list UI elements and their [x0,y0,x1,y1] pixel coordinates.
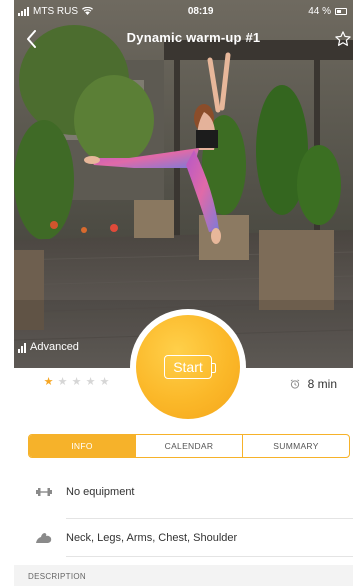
status-right: 44 % [308,6,347,17]
start-button[interactable]: Start [136,315,240,419]
status-bar: MTS RUS 08:19 44 % [14,0,353,22]
wifi-icon [82,7,93,15]
top-bar: Dynamic warm-up #1 [14,24,353,54]
alarm-clock-icon [290,379,299,389]
muscles-row: Neck, Legs, Arms, Chest, Shoulder [34,531,353,545]
battery-frame-icon: Start [164,355,216,379]
flexed-arm-icon [34,531,54,545]
start-label: Start [173,359,203,375]
description-header: DESCRIPTION [14,565,353,586]
tab-summary[interactable]: SUMMARY [242,435,349,457]
signal-icon [18,6,29,16]
equipment-label: No equipment [66,486,135,498]
tab-info[interactable]: INFO [29,435,135,457]
level-bars-icon [18,342,26,353]
star-empty-icon: ★ [85,376,96,388]
clock: 08:19 [187,5,214,17]
favorite-button[interactable] [331,26,353,52]
rating-stars: ★ ★ ★ ★ ★ [43,377,110,388]
duration-label: 8 min [307,377,337,391]
dumbbell-icon [34,486,54,498]
equipment-row: No equipment [34,486,353,498]
star-outline-icon [335,31,351,46]
chevron-left-icon [26,30,36,48]
muscles-label: Neck, Legs, Arms, Chest, Shoulder [66,532,238,544]
status-left: MTS RUS [18,6,93,17]
tab-calendar[interactable]: CALENDAR [135,435,242,457]
star-filled-icon: ★ [43,376,54,388]
battery-icon [335,7,347,15]
battery-percent: 44 % [308,5,331,17]
page-title: Dynamic warm-up #1 [126,30,261,45]
back-button[interactable] [20,26,42,52]
star-empty-icon: ★ [99,376,110,388]
duration: 8 min [290,377,337,391]
divider [66,556,353,557]
level-label: Advanced [30,341,79,353]
star-empty-icon: ★ [57,376,68,388]
star-empty-icon: ★ [71,376,82,388]
carrier-label: MTS RUS [33,5,78,17]
level-badge: Advanced [18,341,79,353]
tab-bar: INFO CALENDAR SUMMARY [28,434,350,458]
divider [66,518,353,519]
